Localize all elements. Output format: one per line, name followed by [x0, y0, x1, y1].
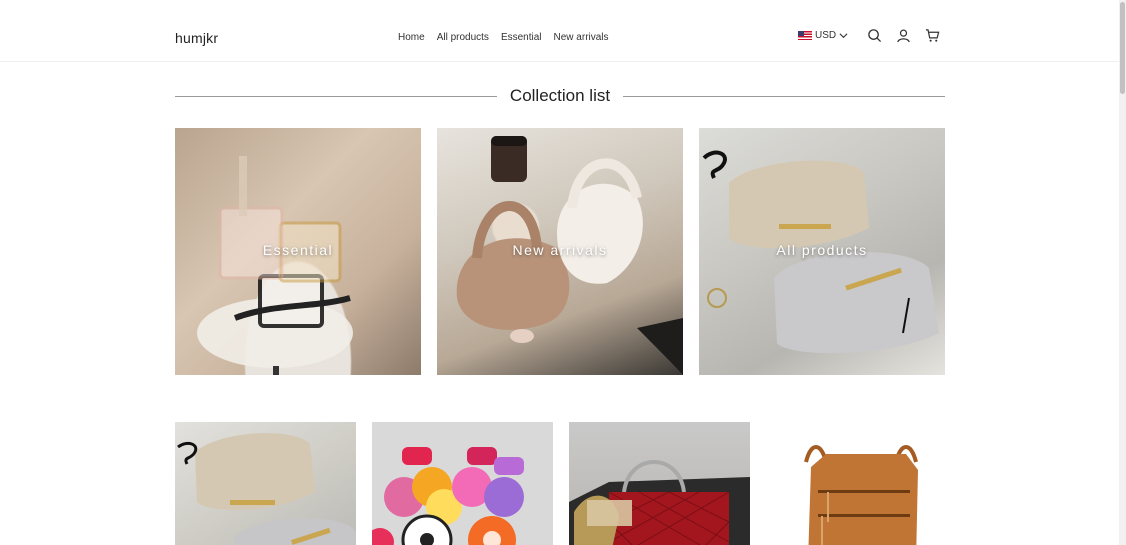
scrollbar-thumb[interactable]	[1120, 2, 1125, 94]
search-icon[interactable]	[867, 28, 882, 43]
product-card-glitter-clutch[interactable]	[175, 422, 356, 545]
cart-icon[interactable]	[925, 28, 940, 43]
site-header: humjkr Home All products Essential New a…	[0, 0, 1119, 62]
collection-label: New arrivals	[512, 242, 608, 258]
product-card-quilted-tote[interactable]	[569, 422, 750, 545]
nav-new-arrivals[interactable]: New arrivals	[554, 32, 609, 43]
header-icons	[867, 28, 940, 43]
divider-right	[623, 95, 945, 97]
user-icon[interactable]	[896, 28, 911, 43]
currency-label: USD	[815, 30, 837, 41]
collection-list-heading: Collection list	[175, 84, 945, 108]
product-card-crossbody-bag[interactable]	[766, 422, 947, 545]
nav-home[interactable]: Home	[398, 32, 425, 43]
collection-label: All products	[776, 242, 868, 258]
main-nav: Home All products Essential New arrivals	[398, 32, 609, 43]
product-grid	[175, 422, 947, 545]
header-actions: USD	[798, 28, 940, 43]
product-card-telephone-bags[interactable]	[372, 422, 553, 545]
product-image	[177, 433, 356, 545]
collection-grid: Essential New arrivals All products	[175, 128, 945, 375]
store-logo[interactable]: humjkr	[175, 30, 218, 46]
product-image	[569, 460, 750, 545]
nav-all-products[interactable]: All products	[437, 32, 489, 43]
product-image	[372, 422, 553, 545]
product-image	[804, 445, 918, 545]
us-flag-icon	[798, 31, 812, 40]
currency-selector[interactable]: USD	[798, 30, 848, 41]
divider-left	[175, 95, 497, 97]
section-title: Collection list	[509, 86, 611, 105]
collection-label: Essential	[262, 242, 334, 258]
collection-card-all-products[interactable]: All products	[699, 128, 945, 375]
collection-card-essential[interactable]: Essential	[175, 128, 421, 375]
chevron-down-icon	[839, 33, 848, 39]
page-scrollbar[interactable]	[1119, 0, 1126, 545]
collection-card-new-arrivals[interactable]: New arrivals	[437, 128, 683, 375]
nav-essential[interactable]: Essential	[501, 32, 542, 43]
